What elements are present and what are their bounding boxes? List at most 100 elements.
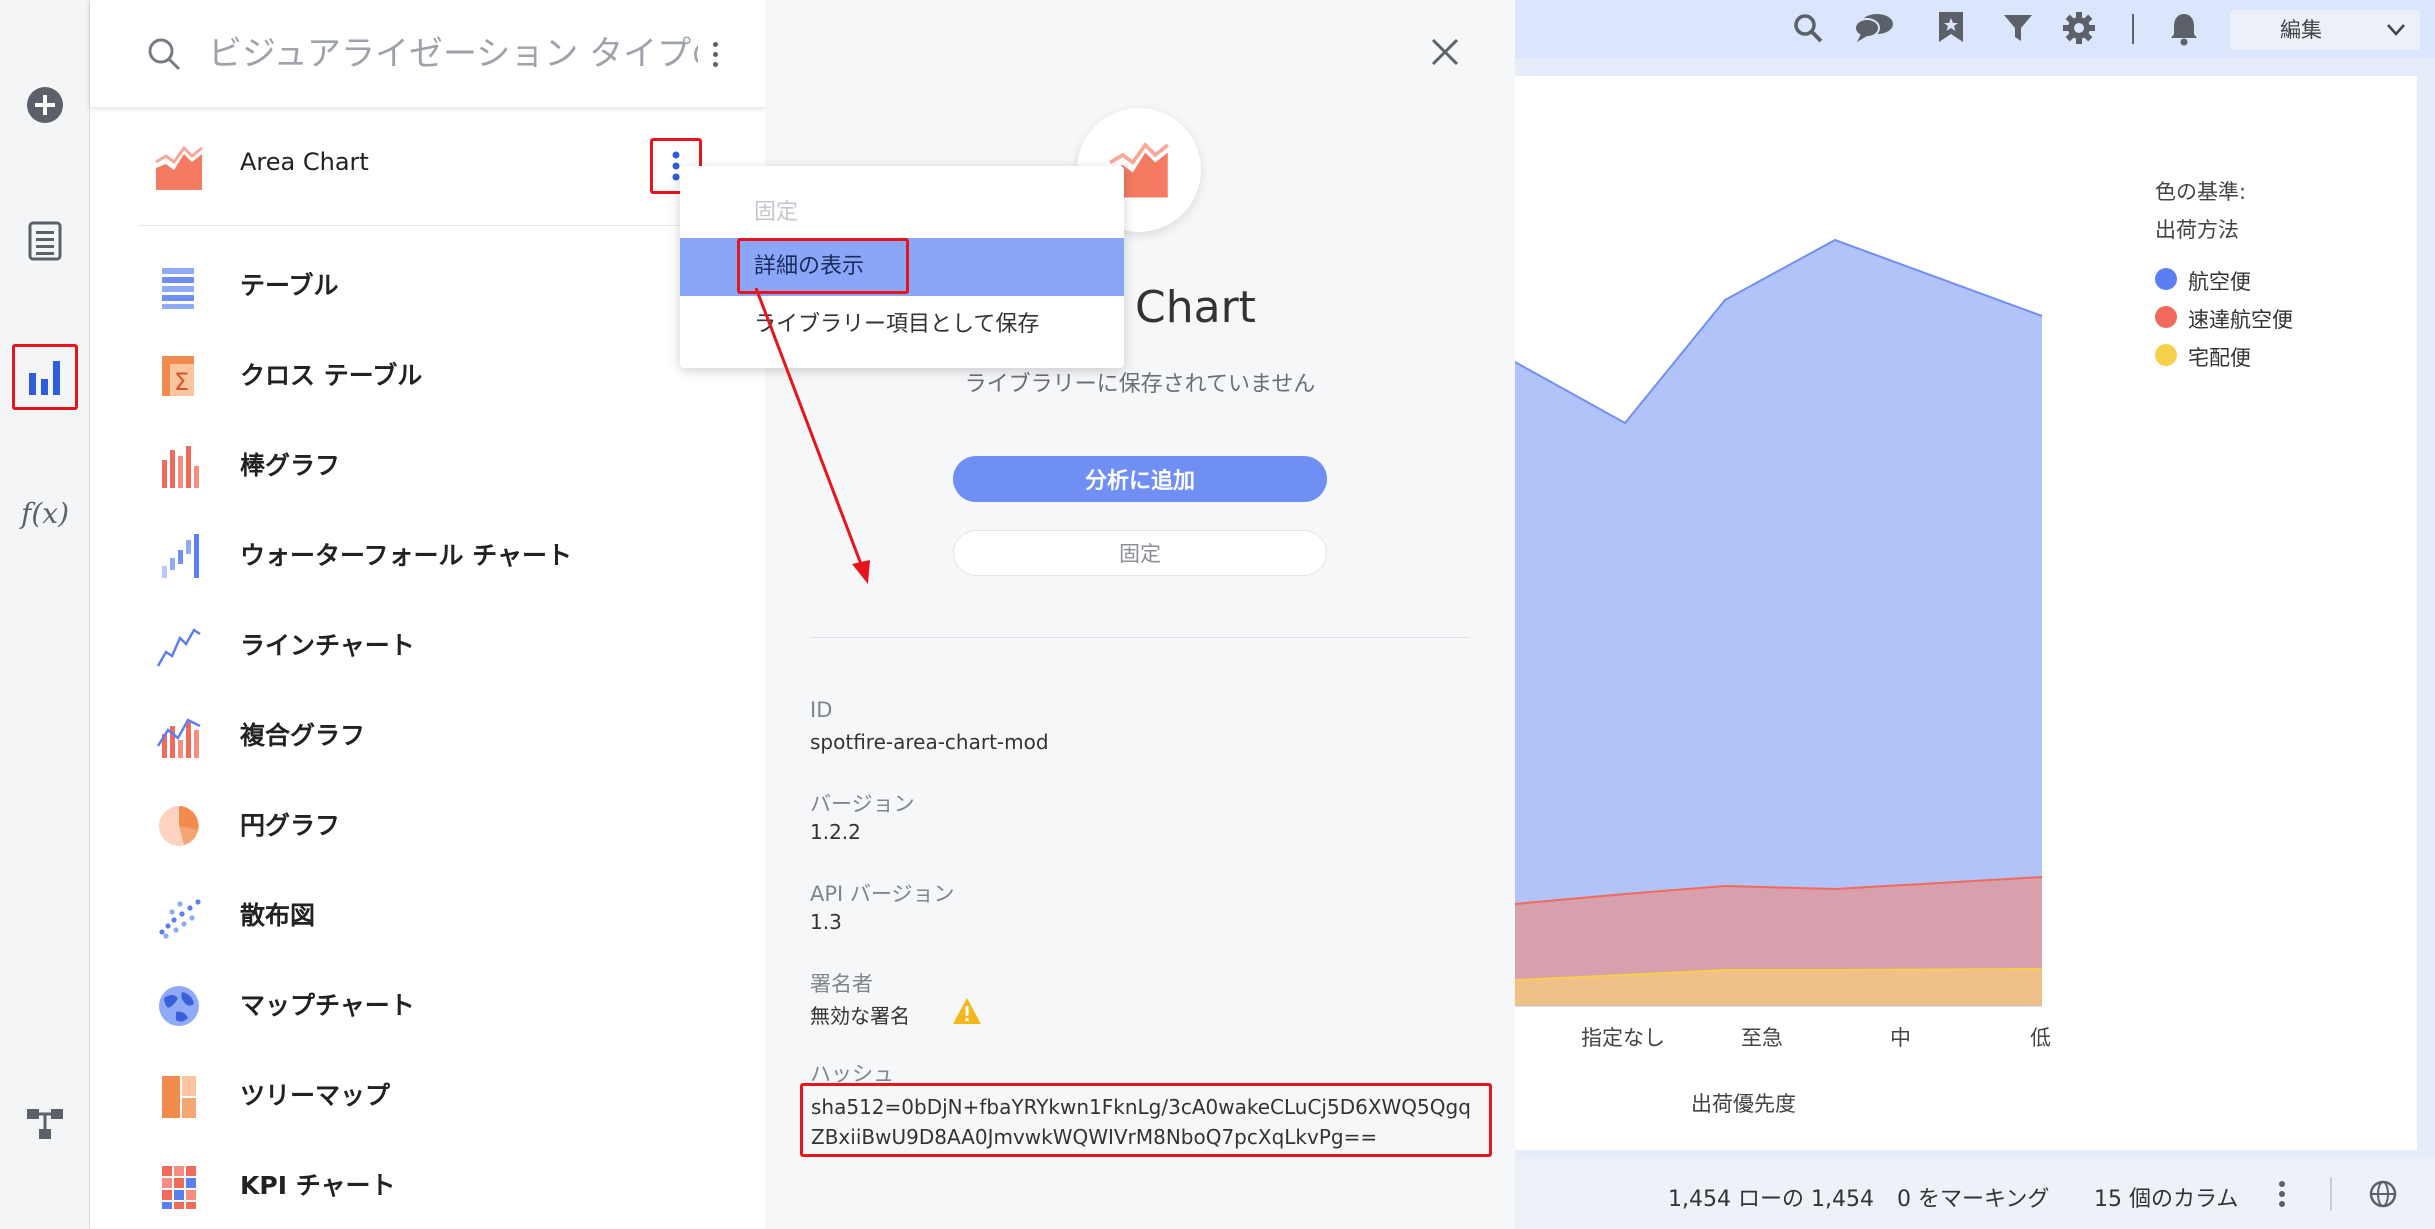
signer-label: 署名者 [810,972,873,996]
area-chart-plot [1515,238,2043,1007]
kebab-icon [672,151,680,181]
x-tick-label: 至急 [1741,1026,1783,1050]
bar-chart-icon [29,361,60,395]
list-icon [28,221,62,261]
left-rail: f(x) [0,0,90,1229]
area-chart-icon [155,145,203,190]
x-tick-label: 低 [2030,1026,2051,1050]
chart-title: Chart [1135,282,1256,333]
visualization-types-button[interactable] [12,344,78,410]
status-bar: 1,454 ローの 1,454 0 をマーキング 15 個のカラム [1515,1159,2435,1229]
vis-item-scatter-plot[interactable]: 散布図 [90,870,765,960]
vis-item-table[interactable]: テーブル [90,240,765,330]
function-icon: f(x) [20,496,69,530]
pin-button[interactable]: 固定 [953,530,1327,576]
api-version-value: 1.3 [810,910,842,934]
data-panel-button[interactable] [12,208,78,274]
bookmark-icon[interactable] [1937,10,1965,44]
vis-item-label: 棒グラフ [240,451,341,480]
close-button[interactable] [1425,32,1465,72]
add-data-button[interactable] [12,72,78,138]
id-label: ID [810,698,833,722]
vis-item-label: テーブル [240,271,339,300]
legend-color-by[interactable]: 出荷方法 [2155,214,2239,244]
legend-title: 色の基準: [2155,180,2247,204]
legend-item[interactable]: 宅配便 [2188,342,2251,372]
hash-value: sha512=0bDjN+fbaYRYkwn1FknLg/3cA0wakeCLu… [800,1083,1492,1157]
search-icon [148,38,181,71]
version-value: 1.2.2 [810,820,861,844]
search-more-button[interactable] [700,32,730,76]
id-value: spotfire-area-chart-mod [810,730,1049,754]
divider [810,637,1470,638]
add-to-analysis-button[interactable]: 分析に追加 [953,456,1327,502]
flow-diagram-icon [27,1109,63,1139]
row-count: 1,454 ローの 1,454 [1668,1187,1874,1212]
annotation-arrow [754,287,870,584]
column-count: 15 個のカラム [2094,1187,2239,1212]
vis-item-label: KPI チャート [240,1171,396,1200]
version-label: バージョン [810,792,915,816]
vis-item-waterfall-chart[interactable]: ウォーターフォール チャート [90,510,765,600]
vis-item-kpi-chart[interactable]: KPI チャート [90,1140,765,1229]
vis-item-map-chart[interactable]: マップチャート [90,960,765,1050]
marked-count: 0 をマーキング [1897,1187,2050,1212]
vis-item-label: 円グラフ [240,811,341,840]
legend-item[interactable]: 航空便 [2188,266,2251,296]
line-chart-icon [156,628,201,667]
x-tick-label: 指定なし [1581,1026,1665,1050]
bar-chart-icon [162,446,199,488]
edit-mode-select[interactable]: 編集 [2230,10,2420,50]
vis-item-pie-chart[interactable]: 円グラフ [90,780,765,870]
close-icon [1431,38,1459,66]
globe-icon[interactable] [2368,1179,2398,1209]
api-version-label: API バージョン [810,882,955,906]
legend-swatch-courier [2155,344,2177,366]
waterfall-chart-icon [162,534,199,578]
kebab-icon [712,51,718,57]
vis-item-label: マップチャート [240,991,415,1020]
data-canvas-button[interactable] [12,1090,78,1156]
x-axis-title[interactable]: 出荷優先度 [1691,1088,1796,1118]
vis-item-label: 散布図 [240,901,316,930]
menu-item-pin[interactable]: 固定 [680,184,1124,242]
table-icon [162,268,194,309]
legend-swatch-express-air [2155,306,2177,328]
legend-swatch-air [2155,268,2177,290]
divider [138,225,765,226]
scatter-plot-icon [159,899,201,939]
vis-item-label: 複合グラフ [240,721,366,750]
search-input[interactable] [208,28,698,80]
svg-text:Σ: Σ [174,368,189,396]
visualization-types-panel: Area Chart テーブル Σ クロス テーブル [90,0,765,1229]
status-more-button[interactable] [2278,1179,2290,1209]
treemap-icon [162,1076,196,1118]
cross-table-icon: Σ [162,356,194,396]
filter-icon[interactable] [2002,12,2034,44]
gear-icon[interactable] [2062,11,2096,45]
vis-item-label: クロス テーブル [240,361,423,390]
kebab-icon [2279,1181,2285,1207]
vis-item-bar-chart[interactable]: 棒グラフ [90,420,765,510]
vis-item-label: ツリーマップ [240,1081,391,1110]
signer-value: 無効な署名 [810,1004,910,1028]
vis-item-label: ウォーターフォール チャート [240,541,572,570]
vis-item-label: ラインチャート [240,631,415,660]
area-chart-visualization[interactable]: 指定なし 至急 中 低 出荷優先度 色の基準: 出荷方法 航空便 速達航空便 宅… [1515,76,2417,1150]
chevron-down-icon [2387,24,2405,36]
legend-item[interactable]: 速達航空便 [2188,304,2293,334]
expression-button[interactable]: f(x) [12,480,78,546]
vis-item-line-chart[interactable]: ラインチャート [90,600,765,690]
vis-item-cross-table[interactable]: Σ クロス テーブル [90,330,765,420]
plus-circle-icon [27,87,63,123]
top-toolbar: 編集 [1515,0,2435,58]
vis-item-combination-chart[interactable]: 複合グラフ [90,690,765,780]
kpi-chart-icon [162,1166,196,1209]
status-divider [2330,1177,2332,1211]
notification-bell-icon[interactable] [2169,12,2199,46]
x-tick-label: 中 [1890,1026,1911,1050]
search-bar [90,0,765,107]
comments-icon[interactable] [1853,12,1895,44]
vis-item-treemap[interactable]: ツリーマップ [90,1050,765,1140]
search-icon[interactable] [1792,12,1824,44]
